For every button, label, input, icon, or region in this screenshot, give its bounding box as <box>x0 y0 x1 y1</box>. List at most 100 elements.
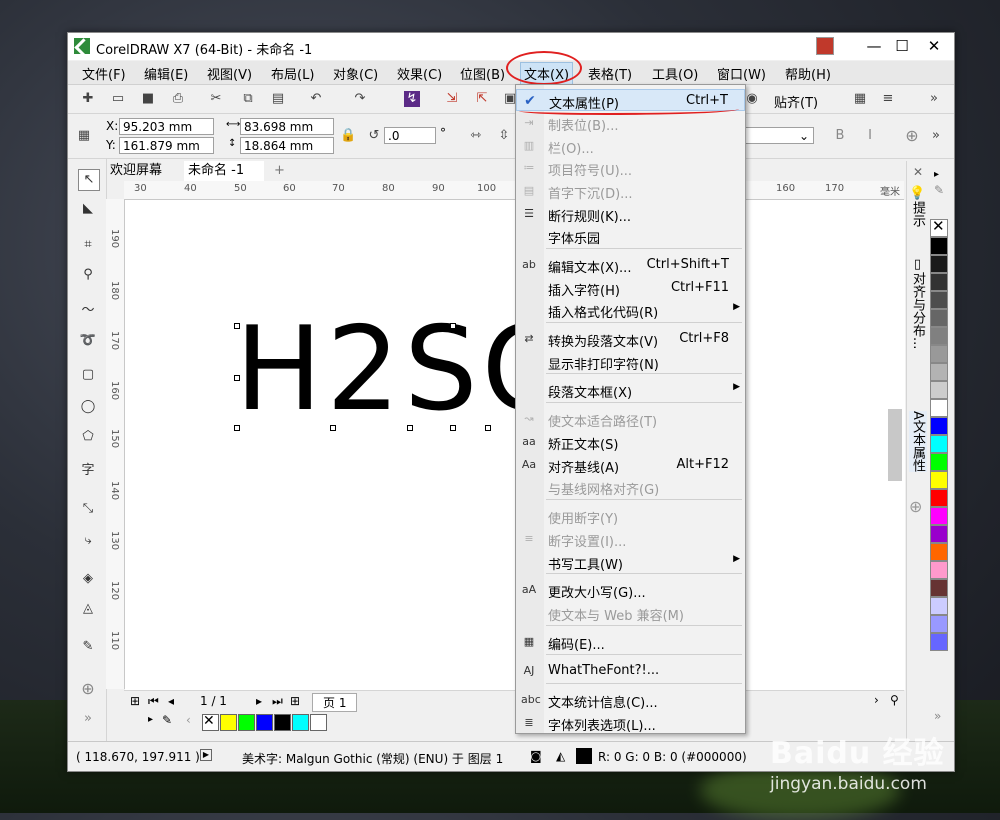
transparency-tool-icon[interactable]: ◬ <box>78 599 98 619</box>
text-tool-icon[interactable]: 字 <box>78 461 98 481</box>
propbar-overflow-icon[interactable]: » <box>928 128 944 144</box>
options-icon[interactable]: ▦ <box>852 91 868 107</box>
palette-color-swatch[interactable] <box>930 309 948 327</box>
add-toolbar-icon[interactable]: ⊕ <box>904 128 920 144</box>
palette-color-swatch[interactable] <box>930 435 948 453</box>
palette-no-color[interactable]: ✕ <box>930 217 948 237</box>
palette-color-swatch[interactable] <box>930 327 948 345</box>
menu-effects[interactable]: 效果(C) <box>397 64 442 83</box>
crop-tool-icon[interactable]: ⌗ <box>78 235 98 255</box>
palette-color-swatch[interactable] <box>930 579 948 597</box>
prev-page-icon[interactable]: ◂ <box>168 694 174 708</box>
palette-color-swatch[interactable] <box>930 507 948 525</box>
minimize-button[interactable]: — <box>860 35 888 57</box>
rectangle-tool-icon[interactable]: ▢ <box>78 365 98 385</box>
menu-view[interactable]: 视图(V) <box>207 64 252 83</box>
zoom-tool-icon[interactable]: ⚲ <box>78 265 98 285</box>
text-menu-item[interactable]: 插入字符(H) Ctrl+F11 <box>516 277 745 299</box>
palette-color-swatch[interactable] <box>930 237 948 255</box>
eyedropper-tool-icon[interactable]: ✎ <box>78 637 98 657</box>
menu-object[interactable]: 对象(C) <box>333 64 378 83</box>
menu-window[interactable]: 窗口(W) <box>717 64 766 83</box>
doc-color-swatch[interactable] <box>220 714 237 731</box>
next-page-icon[interactable]: ▸ <box>256 694 262 708</box>
rotation-angle-field[interactable]: .0 <box>384 127 436 144</box>
copy-icon[interactable]: ⧉ <box>240 91 256 107</box>
text-menu-item[interactable]: 段落文本框(X) ▶ <box>516 379 745 401</box>
scroll-right-icon[interactable]: › <box>874 693 879 707</box>
selection-handle[interactable] <box>407 425 413 431</box>
cut-icon[interactable]: ✂ <box>208 91 224 107</box>
palette-scroll-up-icon[interactable]: ▸ <box>934 169 939 180</box>
paste-icon[interactable]: ▤ <box>270 91 286 107</box>
mirror-vertical-icon[interactable]: ⇳ <box>496 128 512 144</box>
selection-handle[interactable] <box>450 425 456 431</box>
export-icon[interactable]: ⇱ <box>474 91 490 107</box>
selection-handle[interactable] <box>330 425 336 431</box>
menu-tools[interactable]: 工具(O) <box>652 64 698 83</box>
print-icon[interactable]: ⎙ <box>170 91 186 107</box>
selection-handle[interactable] <box>234 323 240 329</box>
save-icon[interactable]: ■ <box>140 91 156 107</box>
palette-color-swatch[interactable] <box>930 615 948 633</box>
close-button[interactable]: ✕ <box>920 35 948 57</box>
selection-handle[interactable] <box>450 323 456 329</box>
eyedropper-icon[interactable]: ✎ <box>162 713 172 727</box>
palette-color-swatch[interactable] <box>930 345 948 363</box>
palette-overflow-icon[interactable]: » <box>934 709 941 723</box>
ellipse-tool-icon[interactable]: ◯ <box>78 397 98 417</box>
palette-color-swatch[interactable] <box>930 525 948 543</box>
last-page-icon[interactable]: ⏭ <box>272 694 283 709</box>
menu-bitmaps[interactable]: 位图(B) <box>460 64 505 83</box>
text-menu-item[interactable]: ab 编辑文本(X)... Ctrl+Shift+T <box>516 254 745 276</box>
connector-tool-icon[interactable]: ⤷ <box>78 531 98 551</box>
first-page-icon[interactable]: ⏮ <box>148 694 159 709</box>
text-menu-item[interactable]: 字体乐园 <box>516 225 745 247</box>
dimension-tool-icon[interactable]: ⤡ <box>78 499 98 519</box>
doc-color-swatch[interactable] <box>256 714 273 731</box>
palette-color-swatch[interactable] <box>930 291 948 309</box>
docker-tab-hints[interactable]: 💡提示 <box>909 185 927 227</box>
docker-add-icon[interactable]: ⊕ <box>909 497 922 516</box>
text-menu-item[interactable]: 插入格式化代码(R) ▶ <box>516 299 745 321</box>
doc-color-swatch[interactable] <box>274 714 291 731</box>
extrude-tool-icon[interactable]: ◈ <box>78 569 98 589</box>
text-menu-item[interactable]: 书写工具(W) ▶ <box>516 551 745 573</box>
zoom-nav-icon[interactable]: ⚲ <box>890 693 899 707</box>
palette-color-swatch[interactable] <box>930 255 948 273</box>
palette-color-swatch[interactable] <box>930 399 948 417</box>
bold-icon[interactable]: B <box>832 128 848 144</box>
palette-color-swatch[interactable] <box>930 633 948 651</box>
palette-color-swatch[interactable] <box>930 453 948 471</box>
undo-icon[interactable]: ↶ <box>308 91 324 107</box>
palette-color-swatch[interactable] <box>930 363 948 381</box>
object-origin-icon[interactable]: ▦ <box>76 128 92 144</box>
toolbar-overflow-icon[interactable]: » <box>926 91 942 107</box>
width-field[interactable]: 83.698 mm <box>240 118 334 135</box>
view-mode-icon[interactable]: ◉ <box>744 91 760 107</box>
selection-handle[interactable] <box>234 425 240 431</box>
redo-icon[interactable]: ↷ <box>352 91 368 107</box>
toolbox-overflow-icon[interactable]: » <box>78 709 98 729</box>
italic-icon[interactable]: I <box>862 128 878 144</box>
open-icon[interactable]: ▭ <box>110 91 126 107</box>
x-position-field[interactable]: 95.203 mm <box>119 118 214 135</box>
polygon-tool-icon[interactable]: ⬠ <box>78 427 98 447</box>
docker-tab-text-properties[interactable]: A文本属性 <box>909 411 927 472</box>
freehand-tool-icon[interactable]: 〜 <box>78 301 98 321</box>
palette-color-swatch[interactable] <box>930 471 948 489</box>
user-account-icon[interactable] <box>816 37 834 55</box>
palette-scroll-left-icon[interactable]: ‹ <box>186 713 191 727</box>
palette-color-swatch[interactable] <box>930 417 948 435</box>
height-field[interactable]: 18.864 mm <box>240 137 334 154</box>
menu-edit[interactable]: 编辑(E) <box>144 64 188 83</box>
palette-color-swatch[interactable] <box>930 597 948 615</box>
text-menu-item[interactable]: Aa 对齐基线(A) Alt+F12 <box>516 454 745 476</box>
text-menu-item[interactable]: aA 更改大小写(G)... <box>516 579 745 601</box>
palette-color-swatch[interactable] <box>930 489 948 507</box>
import-icon[interactable]: ⇲ <box>444 91 460 107</box>
no-color-swatch[interactable]: ✕ <box>202 713 219 731</box>
menu-help[interactable]: 帮助(H) <box>785 64 831 83</box>
menu-file[interactable]: 文件(F) <box>82 64 126 83</box>
artistic-media-icon[interactable]: ➰ <box>78 331 98 351</box>
